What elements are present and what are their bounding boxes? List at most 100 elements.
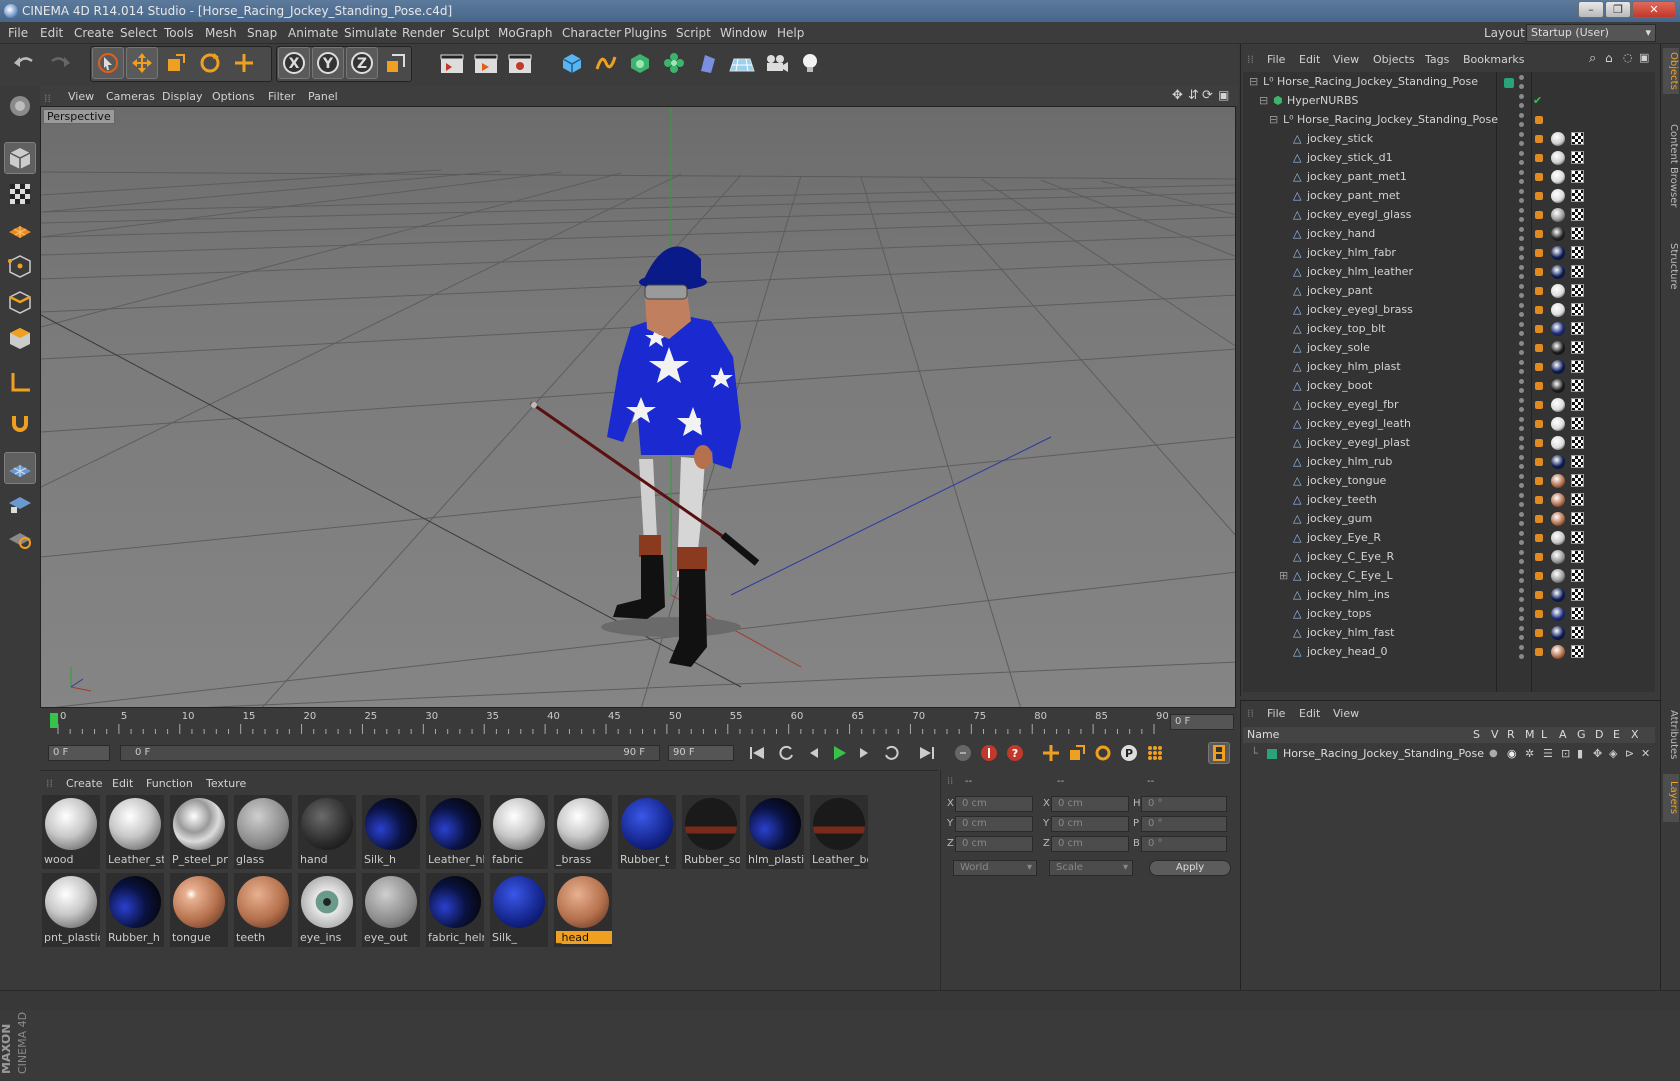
tree-row-hypernurbs[interactable]: ⊟ ⬢ HyperNURBS ✔ [1243, 91, 1655, 111]
subdivision-surface-button[interactable] [624, 47, 656, 79]
phong-tag-icon[interactable] [1535, 211, 1543, 219]
collapse-toggle-icon[interactable]: ⊟ [1249, 72, 1258, 92]
material-menu-texture[interactable]: Texture [206, 777, 246, 790]
object-row[interactable]: △ jockey_gum [1243, 509, 1655, 529]
object-row[interactable]: △ jockey_hlm_plast [1243, 357, 1655, 377]
editor-visibility-dot[interactable] [1519, 531, 1524, 536]
layer-solo-icon[interactable]: ● [1489, 748, 1498, 759]
layer-row[interactable]: └ Horse_Racing_Jockey_Standing_Pose ● ◉ … [1243, 745, 1655, 763]
object-row[interactable]: △ jockey_head_0 [1243, 642, 1655, 662]
material-tag-icon[interactable] [1551, 379, 1565, 393]
texture-tag-icon[interactable] [1571, 588, 1584, 601]
render-visibility-dot[interactable] [1519, 635, 1524, 640]
material-tag-icon[interactable] [1551, 569, 1565, 583]
previous-key-button[interactable] [776, 742, 798, 764]
object-row[interactable]: △ jockey_C_Eye_R [1243, 547, 1655, 567]
tab-structure[interactable]: Structure [1663, 238, 1679, 294]
phong-tag-icon[interactable] [1535, 458, 1543, 466]
phong-tag-icon[interactable] [1535, 325, 1543, 333]
menu-mograph[interactable]: MoGraph [498, 26, 553, 40]
move-tool-button[interactable] [126, 47, 158, 79]
coordinate-value-field[interactable]: 0 ° [1141, 836, 1227, 852]
material-swatch[interactable]: fabric [490, 795, 548, 869]
texture-tag-icon[interactable] [1571, 303, 1584, 316]
polygon-mode-button[interactable] [4, 322, 36, 354]
render-view-button[interactable] [436, 47, 468, 79]
object-menu-file[interactable]: File [1267, 53, 1285, 66]
render-visibility-dot[interactable] [1519, 84, 1524, 89]
render-visibility-dot[interactable] [1519, 521, 1524, 526]
editor-visibility-dot[interactable] [1519, 208, 1524, 213]
layer-xref-icon[interactable]: ✕ [1641, 747, 1650, 760]
layer-menu-edit[interactable]: Edit [1299, 707, 1320, 720]
rotate-view-icon[interactable]: ⟳ [1202, 88, 1213, 103]
point-mode-button[interactable] [4, 250, 36, 282]
make-editable-button[interactable] [4, 90, 36, 122]
recent-tool-button[interactable] [228, 47, 260, 79]
material-swatch[interactable]: hlm_plastic [746, 795, 804, 869]
object-menu-tags[interactable]: Tags [1425, 53, 1449, 66]
editor-visibility-dot[interactable] [1519, 227, 1524, 232]
axis-mode-button[interactable] [4, 366, 36, 398]
filter-icon[interactable]: ◌ [1623, 51, 1633, 64]
texture-tag-icon[interactable] [1571, 265, 1584, 278]
texture-tag-icon[interactable] [1571, 493, 1584, 506]
menu-simulate[interactable]: Simulate [344, 26, 397, 40]
object-row[interactable]: △ jockey_eyegl_leath [1243, 414, 1655, 434]
object-row[interactable]: △ jockey_eyegl_brass [1243, 300, 1655, 320]
render-visibility-dot[interactable] [1519, 369, 1524, 374]
texture-tag-icon[interactable] [1571, 132, 1584, 145]
object-menu-objects[interactable]: Objects [1373, 53, 1415, 66]
enabled-check-icon[interactable]: ✔ [1533, 91, 1542, 111]
material-swatch[interactable]: fabric_helm [426, 873, 484, 947]
viewport-menu-view[interactable]: View [68, 90, 94, 103]
editor-visibility-dot[interactable] [1519, 607, 1524, 612]
object-menu-bookmarks[interactable]: Bookmarks [1463, 53, 1524, 66]
layer-generators-icon[interactable]: ✥ [1593, 747, 1602, 760]
material-tag-icon[interactable] [1551, 436, 1565, 450]
editor-visibility-dot[interactable] [1519, 303, 1524, 308]
phong-tag-icon[interactable] [1535, 363, 1543, 371]
material-swatch[interactable]: wood [42, 795, 100, 869]
texture-tag-icon[interactable] [1571, 455, 1584, 468]
collapse-toggle-icon[interactable]: ⊟ [1259, 91, 1268, 111]
apply-button[interactable]: Apply [1149, 860, 1231, 876]
phong-tag-icon[interactable] [1535, 249, 1543, 257]
scale-tool-button[interactable] [160, 47, 192, 79]
texture-tag-icon[interactable] [1571, 626, 1584, 639]
workplane-mode-button[interactable] [4, 214, 36, 246]
material-swatch[interactable]: Silk_h [362, 795, 420, 869]
editor-visibility-dot[interactable] [1519, 379, 1524, 384]
phong-tag-icon[interactable] [1535, 192, 1543, 200]
editor-visibility-dot[interactable] [1519, 151, 1524, 156]
viewport-menu-cameras[interactable]: Cameras [106, 90, 155, 103]
timeline-ruler[interactable]: 0 5 10 15 20 25 30 35 40 45 50 55 60 65 70 75 80 85 90 0 F [40, 708, 1238, 738]
viewport-menu-options[interactable]: Options [212, 90, 254, 103]
editor-visibility-dot[interactable] [1519, 322, 1524, 327]
render-visibility-dot[interactable] [1519, 464, 1524, 469]
material-swatch[interactable]: Rubber_so [682, 795, 740, 869]
coordinate-value-field[interactable]: 0 ° [1141, 816, 1227, 832]
cloner-button[interactable] [658, 47, 690, 79]
snapping-button[interactable] [4, 452, 36, 484]
z-axis-button[interactable]: Z [346, 47, 378, 79]
minimize-button[interactable]: – [1578, 1, 1604, 18]
tweak-mode-button[interactable] [4, 408, 36, 440]
object-row[interactable]: △ jockey_hlm_rub [1243, 452, 1655, 472]
planar-workplane-button[interactable] [4, 522, 36, 554]
object-row[interactable]: △ jockey_pant [1243, 281, 1655, 301]
phong-tag-icon[interactable] [1535, 629, 1543, 637]
render-visibility-dot[interactable] [1519, 103, 1524, 108]
object-row[interactable]: △ jockey_tongue [1243, 471, 1655, 491]
texture-tag-icon[interactable] [1571, 607, 1584, 620]
render-visibility-dot[interactable] [1519, 388, 1524, 393]
next-key-button[interactable] [880, 742, 902, 764]
texture-tag-icon[interactable] [1571, 512, 1584, 525]
coordinate-value-field[interactable]: 0 cm [1051, 796, 1129, 812]
material-tag-icon[interactable] [1551, 417, 1565, 431]
material-swatch[interactable]: _brass [554, 795, 612, 869]
layer-deformers-icon[interactable]: ◈ [1609, 747, 1617, 760]
object-row[interactable]: △ jockey_stick [1243, 129, 1655, 149]
viewport-menu-filter[interactable]: Filter [268, 90, 295, 103]
phong-tag-icon[interactable] [1535, 477, 1543, 485]
